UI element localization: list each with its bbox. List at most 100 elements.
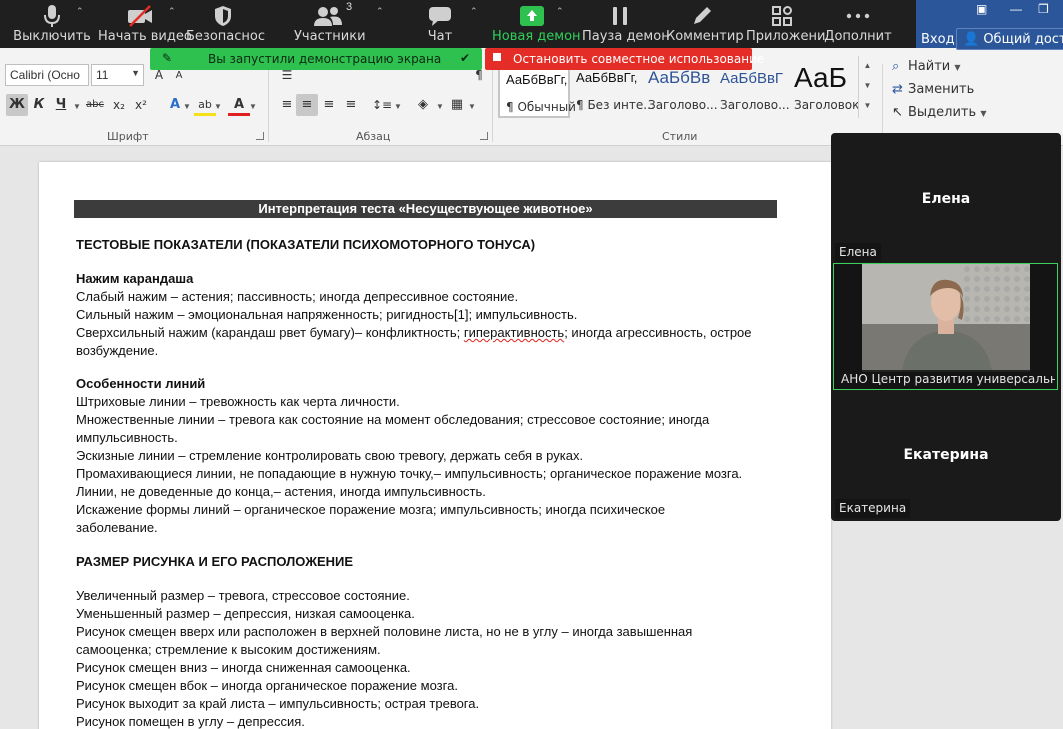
style-name: ¶ Обычный [506,100,576,114]
annotate-button[interactable]: Комментир [666,0,744,48]
replace-button[interactable]: ⇄ Заменить [892,82,974,97]
style-title[interactable]: АаБ Заголовок [788,62,860,118]
more-styles-icon[interactable]: ▼ [859,96,876,116]
pause-share-label: Пауза демон [582,29,670,44]
chevron-down-icon[interactable]: ⌃ [556,6,564,17]
font-color-icon[interactable]: A [228,94,250,116]
font-name-value: Calibri (Осно [10,68,80,82]
bold-button[interactable]: Ж [6,94,28,116]
search-icon: ⌕ [892,59,900,74]
stop-share-button[interactable]: Остановить совместное использование [485,48,764,70]
find-button[interactable]: ⌕ Найти ▼ [892,59,961,74]
participant-name: Елена [921,191,971,207]
paragraph-line: Рисунок смещен вниз – иногда сниженная с… [76,660,411,675]
chevron-down-icon[interactable]: ▼ [394,102,402,111]
style-name: Заголовок [794,98,860,112]
shading-icon[interactable]: ◈ [412,94,434,116]
style-normal[interactable]: АаБбВвГг, ¶ Обычный [498,62,576,118]
chevron-down-icon[interactable]: ⌃ [168,6,176,17]
security-button[interactable]: Безопаснос [186,0,265,48]
pause-icon [588,3,652,29]
font-dialog-launcher-icon[interactable] [256,132,264,140]
paragraph-line: Искажение формы линий – органическое пор… [76,502,666,517]
paragraph-line: Рисунок смещен вбок – иногда органическо… [76,678,458,693]
style-sample: АаБбВвГг, [576,70,638,85]
zoom-meeting-toolbar: ⌃ Выключить ⌃ Начать видео Безопаснос 3 … [0,0,916,48]
paragraph-line: самооценка; стремление к высоким достиже… [76,642,381,657]
apps-icon [752,3,812,29]
font-size-box[interactable]: 11 ▼ [91,64,144,86]
style-sample: АаБбВвГ [720,70,784,87]
chevron-down-icon[interactable]: ▼ [249,102,257,111]
misspelled-word[interactable]: гиперактивность [464,325,564,340]
align-left-icon[interactable]: ≡ [276,94,298,116]
style-sample: АаБ [794,62,847,93]
chevron-down-icon[interactable]: ▼ [859,76,876,96]
font-size-value: 11 [96,68,109,82]
shield-check-icon: ✔ [460,51,471,65]
chevron-down-icon[interactable]: ⌃ [376,6,384,17]
chat-button[interactable]: ⌃ Чат [424,0,478,48]
annotate-label: Комментир [666,29,744,44]
paragraph-line: Сверхсильный нажим (карандаш рвет бумагу… [76,324,752,342]
paragraph-line: возбуждение. [76,343,159,358]
chevron-down-icon[interactable]: ▼ [468,102,476,111]
sign-in-link[interactable]: Вход [921,32,955,47]
apps-label: Приложени [746,29,826,44]
start-video-button[interactable]: ⌃ Начать видео [98,0,192,48]
stop-share-label: Остановить совместное использование [513,52,765,66]
chevron-down-icon[interactable]: ▼ [436,102,444,111]
chevron-down-icon[interactable]: ▼ [183,102,191,111]
person-icon: 👤 [963,32,980,47]
apps-button[interactable]: Приложени [746,0,825,48]
restore-ribbon-icon[interactable]: ▣ [976,2,987,16]
video-off-icon [104,3,176,29]
divider [492,64,493,142]
pause-share-button[interactable]: Пауза демон [582,0,670,48]
justify-icon[interactable]: ≡ [340,94,362,116]
new-share-button[interactable]: ⌃ Новая демон [492,0,581,48]
style-heading-2[interactable]: АаБбВвГ Заголово... [714,62,790,118]
line-spacing-icon[interactable]: ↕≡ [370,94,394,116]
paragraph-dialog-launcher-icon[interactable] [480,132,488,140]
chevron-down-icon[interactable]: ▼ [214,102,222,111]
paragraph-line: Рисунок выходит за край листа – импульси… [76,696,480,711]
minimize-icon[interactable]: — [1010,2,1022,16]
select-button[interactable]: ↖ Выделить ▼ [892,105,986,120]
participant-gallery[interactable]: Елена Елена АНО Центр развития универсал… [831,133,1061,521]
font-name-box[interactable]: Calibri (Осно [5,64,89,86]
text-run: ; иногда агрессивность, острое [564,325,752,340]
mute-button[interactable]: ⌃ Выключить [13,0,91,48]
subscript-button[interactable]: x₂ [108,94,130,116]
style-no-spacing[interactable]: АаБбВвГг, ¶ Без инте... [570,62,655,118]
borders-icon[interactable]: ▦ [446,94,468,116]
chevron-down-icon[interactable]: ▼ [73,102,81,111]
chevron-down-icon[interactable]: ⌃ [470,6,478,17]
paragraph-group-label: Абзац [356,130,391,143]
styles-scroll[interactable]: ▲ ▼ ▼ [858,56,876,118]
participant-video-tile[interactable]: АНО Центр развития универсальн... [833,263,1058,390]
chevron-up-icon[interactable]: ▲ [859,56,876,76]
pin-icon: ✎ [162,51,173,65]
underline-label: Ч [55,97,67,112]
sharing-status-banner[interactable]: ✎ Вы запустили демонстрацию экрана ✔ [150,48,482,70]
chat-icon [424,3,456,29]
participants-button[interactable]: 3 ⌃ Участники [294,0,384,48]
subscript-label: x₂ [113,98,125,112]
italic-button[interactable]: К [28,94,50,116]
highlight-icon[interactable]: ab [194,94,216,116]
align-center-icon[interactable]: ≡ [296,94,318,116]
superscript-label: x² [135,98,147,112]
strikethrough-button[interactable]: abc [84,94,106,116]
document-page[interactable]: Интерпретация теста «Несуществующее живо… [39,162,831,729]
chevron-down-icon[interactable]: ⌃ [76,6,84,17]
underline-button[interactable]: Ч [50,94,72,116]
more-button[interactable]: Дополнит [824,0,892,48]
restore-window-icon[interactable]: ❐ [1038,2,1049,16]
paragraph-line: Сильный нажим – эмоциональная напряженно… [76,307,578,322]
share-button[interactable]: 👤 Общий доступ [956,28,1063,50]
align-right-icon[interactable]: ≡ [318,94,340,116]
superscript-button[interactable]: x² [130,94,152,116]
mute-label: Выключить [13,29,91,44]
style-heading-1[interactable]: АаБбВв Заголово... [642,62,718,118]
